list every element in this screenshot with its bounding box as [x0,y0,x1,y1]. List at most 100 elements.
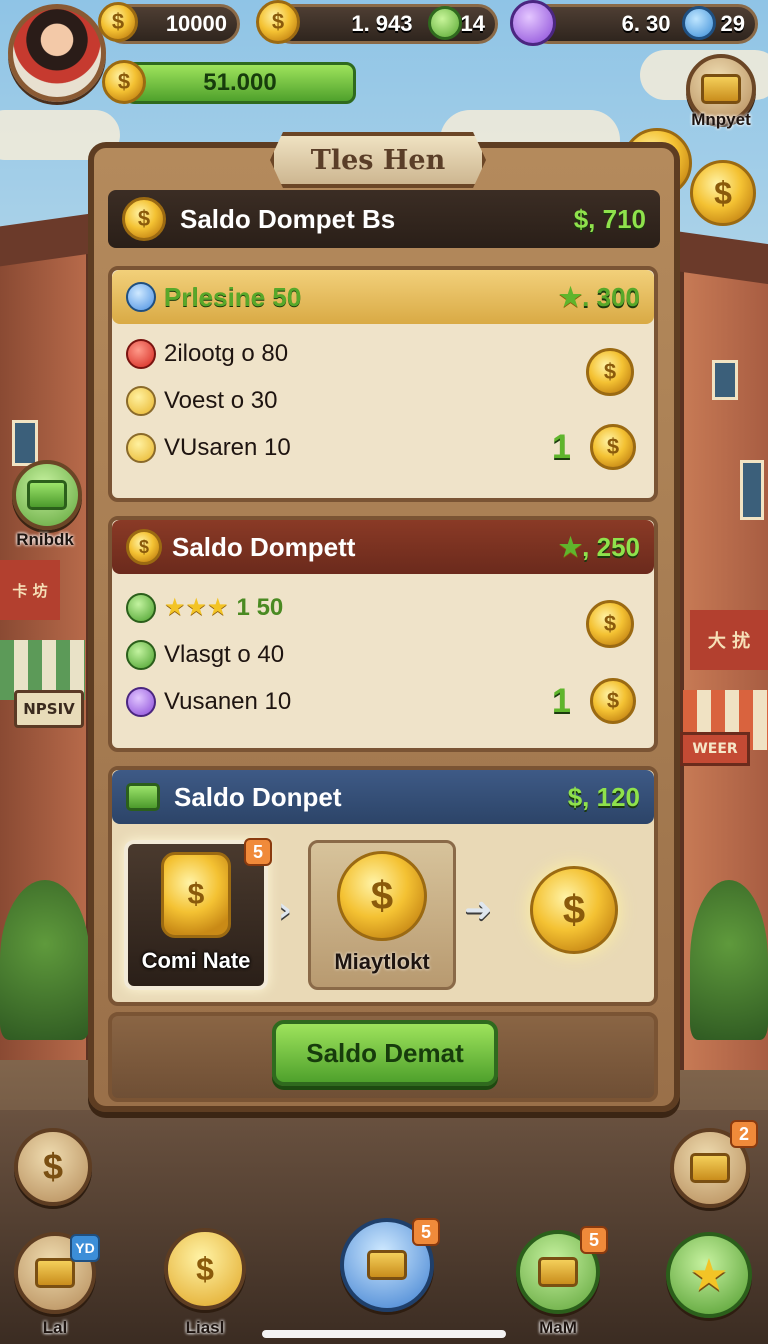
player-avatar[interactable] [8,4,106,102]
window [712,360,738,400]
nav-item-liasl-label: Liasl [185,1318,225,1337]
section-1-amount: . 300 [582,281,640,312]
gear-coin-icon: $ [126,529,162,565]
green-coin-icon [126,592,156,623]
energy-count: 14 [460,11,485,36]
store-sign-left: NPSIV [14,690,84,728]
panel-title: Tles Hen [310,144,446,176]
green-gem-icon [428,6,462,40]
reward-coin-icon: $ [590,424,636,470]
plant-right [690,880,768,1040]
big-coin-icon: $ [337,851,427,941]
currency-button[interactable]: $ [14,1128,92,1206]
main-balance-title: Saldo Dompet Bs [180,203,396,234]
coin-icon [126,385,156,416]
result-coin-icon: $ [530,866,618,954]
section-3-title: Saldo Donpet [174,781,342,812]
purple-coin-icon [126,686,156,717]
list-item[interactable]: VUsaren 10 [126,424,526,471]
wallet-coin-icon: $ [102,60,146,104]
dollar-icon: $ [42,1146,64,1187]
card-coin-stack-label: Comi Nate [141,948,251,973]
wallet-balance-bar: 51.000 [124,62,356,104]
plant-left [0,880,90,1040]
section-2-amount: , 250 [582,531,640,562]
list-item[interactable]: Voest o 30 [126,377,526,424]
gift-button[interactable] [12,460,82,530]
card-single-coin-label: Miaytlokt [334,949,430,974]
main-balance-coin-icon: $ [122,197,166,241]
nav-item-mam-label: MaM [539,1318,577,1337]
gift-box-icon [126,783,160,811]
section-2-title: Saldo Dompett [172,531,356,562]
section-2-list: ★★★ 1 50 Vlasgt o 40 Vusanen 10 [126,584,546,725]
list-item[interactable]: Vlasgt o 40 [126,631,546,678]
home-indicator[interactable] [262,1330,506,1338]
wallet-balance-value: 51.000 [203,69,277,96]
coins-value: 10000 [165,11,227,36]
section-1-list: 2ilootg o 80 Voest o 30 VUsaren 10 [126,330,526,471]
coin-stack-icon: $ [161,852,231,938]
section-2-header: $ Saldo Dompett ★, 250 [112,520,654,574]
gold-coin-icon: $ [256,0,300,44]
nav-item-liasl[interactable]: $ [164,1228,246,1310]
saldo-demat-button[interactable]: Saldo Demat [272,1020,498,1086]
section-2-side-number: 1 [552,682,571,720]
store-sign-right: WEER [680,732,750,766]
chest-icon [701,74,741,104]
dollar-coin-icon: $ [690,160,756,226]
nav-badge: YD [70,1234,100,1262]
shop-sign-left: 卡 坊 [0,560,60,620]
saldo-demat-button-label: Saldo Demat [306,1037,464,1068]
section-3-amount: $, 120 [567,781,640,812]
section-1-side-number: 1 [552,428,571,466]
coin-icon [126,432,156,463]
card-badge: 5 [244,838,272,866]
nav-badge: 5 [412,1218,440,1246]
purple-gem-icon [510,0,556,46]
chest-icon [35,1258,75,1288]
panel-title-banner: Tles Hen [270,132,486,188]
card-single-coin[interactable]: $ Miaytlokt [308,840,456,990]
list-item[interactable]: ★★★ 1 50 [126,584,546,631]
gems-counter[interactable]: 6. 30 29 [528,4,758,44]
section-3-header: Saldo Donpet $, 120 [112,770,654,824]
star-icon: ★ [558,531,583,562]
coin-stack-icon: $ [196,1250,214,1287]
section-1-title: Prlesine 50 [164,281,302,312]
list-item[interactable]: 2ilootg o 80 [126,330,526,377]
blue-gem-icon [682,6,716,40]
section-1-header: Prlesine 50 ★. 300 [112,270,654,324]
nav-badge: 5 [580,1226,608,1254]
shop-sign-right: 大 扰 [690,610,768,670]
coin-stack-icon: $ [590,678,636,724]
star-icon: ★ [689,1249,729,1301]
heart-icon [126,338,156,369]
chest-shop-label: Mnpyet [691,110,751,129]
chest-icon [367,1250,407,1280]
stars-icon: ★★★ [164,594,229,621]
gems-value: 6. 30 [621,11,671,36]
arrow-right-icon: › [278,890,293,930]
star-icon: ★ [558,281,583,312]
gems-count: 29 [720,11,745,36]
arrow-right-icon: ➜ [464,890,493,930]
main-balance-header: $ Saldo Dompet Bs $, 710 [108,190,660,248]
chest-icon [538,1257,578,1287]
list-item[interactable]: Vusanen 10 [126,678,546,725]
energy-value: 1. 943 [351,11,413,36]
chest-icon [690,1153,730,1183]
energy-counter[interactable]: 1. 943 14 [272,4,498,44]
reward-coin-icon: $ [586,348,634,396]
gift-button-label: Rnibdk [16,530,74,549]
reward-coin-icon: $ [586,600,634,648]
star-button[interactable]: ★ [666,1232,752,1318]
window [12,420,38,466]
gift-box-icon [27,480,67,510]
gear-icon [126,282,156,312]
window [740,460,764,520]
main-balance-amount: $, 710 [573,203,646,234]
green-coin-icon [126,639,156,670]
nav-item-lal-label: Lal [42,1318,68,1337]
coin-icon: $ [98,2,138,42]
